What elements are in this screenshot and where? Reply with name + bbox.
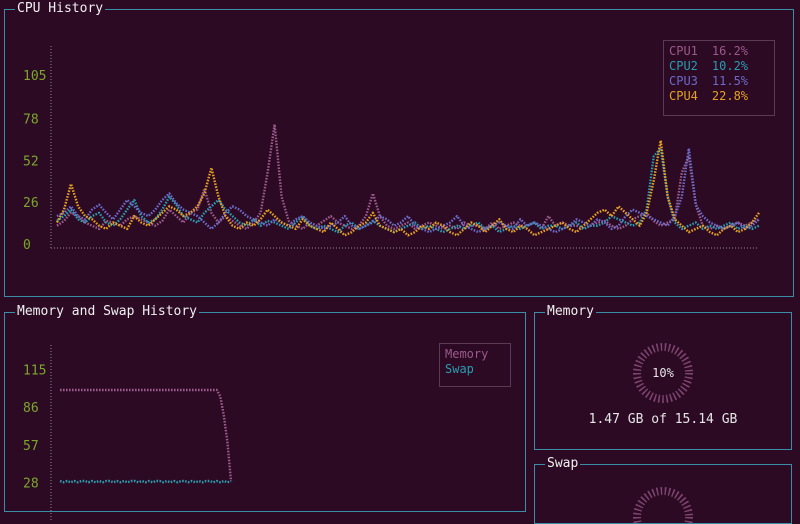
cpu-legend-row: CPU2 10.2% [669, 59, 769, 74]
cpu-history-panel: CPU History 105 78 52 26 0 CPU1 16.2% CPU2 10.… [4, 1, 794, 297]
y-tick-label: 52 [23, 154, 39, 169]
cpu-legend-row: CPU1 16.2% [669, 44, 769, 59]
memory-gauge [633, 343, 693, 403]
memory-swap-history-panel: Memory and Swap History 115 86 57 28 Memory… [4, 304, 526, 520]
memory-percent: 10% [652, 366, 674, 380]
swap-panel: Swap [534, 456, 792, 524]
y-tick-label: 115 [23, 364, 46, 379]
cpu-legend-name: CPU1 [669, 44, 698, 58]
memory-panel: Memory 10% 1.47 GB of 15.14 GB [534, 304, 792, 450]
memory-swap-legend: Memory Swap [439, 343, 511, 387]
y-tick-label: 28 [23, 477, 39, 492]
y-tick-label: 57 [23, 439, 39, 454]
y-tick-label: 0 [23, 238, 31, 253]
series-line-swap [59, 479, 232, 484]
cpu-legend-value: 22.8% [711, 89, 749, 103]
cpu-legend-name: CPU3 [669, 74, 698, 88]
cpu-legend-name: CPU4 [669, 89, 698, 103]
cpu-legend-value: 11.5% [711, 74, 749, 88]
swap-gauge [633, 487, 693, 524]
cpu-legend-value: 10.2% [711, 59, 749, 73]
y-tick-label: 105 [23, 69, 46, 84]
y-tick-label: 26 [23, 196, 39, 211]
y-tick-label: 86 [23, 401, 39, 416]
cpu-legend-row: CPU4 22.8% [669, 89, 769, 104]
swap-gauge-ring [633, 487, 693, 524]
swap-legend-entry: Swap [445, 362, 474, 376]
memory-usage-text: 1.47 GB of 15.14 GB [588, 412, 738, 427]
cpu-legend-name: CPU2 [669, 59, 698, 73]
memory-legend-entry: Memory [445, 347, 489, 361]
cpu-legend: CPU1 16.2% CPU2 10.2% CPU3 11.5% CPU4 22.8% [663, 40, 775, 116]
y-tick-label: 78 [23, 113, 39, 128]
cpu-legend-value: 16.2% [711, 44, 749, 58]
cpu-legend-row: CPU3 11.5% [669, 74, 769, 89]
series-line-memory [60, 388, 233, 482]
